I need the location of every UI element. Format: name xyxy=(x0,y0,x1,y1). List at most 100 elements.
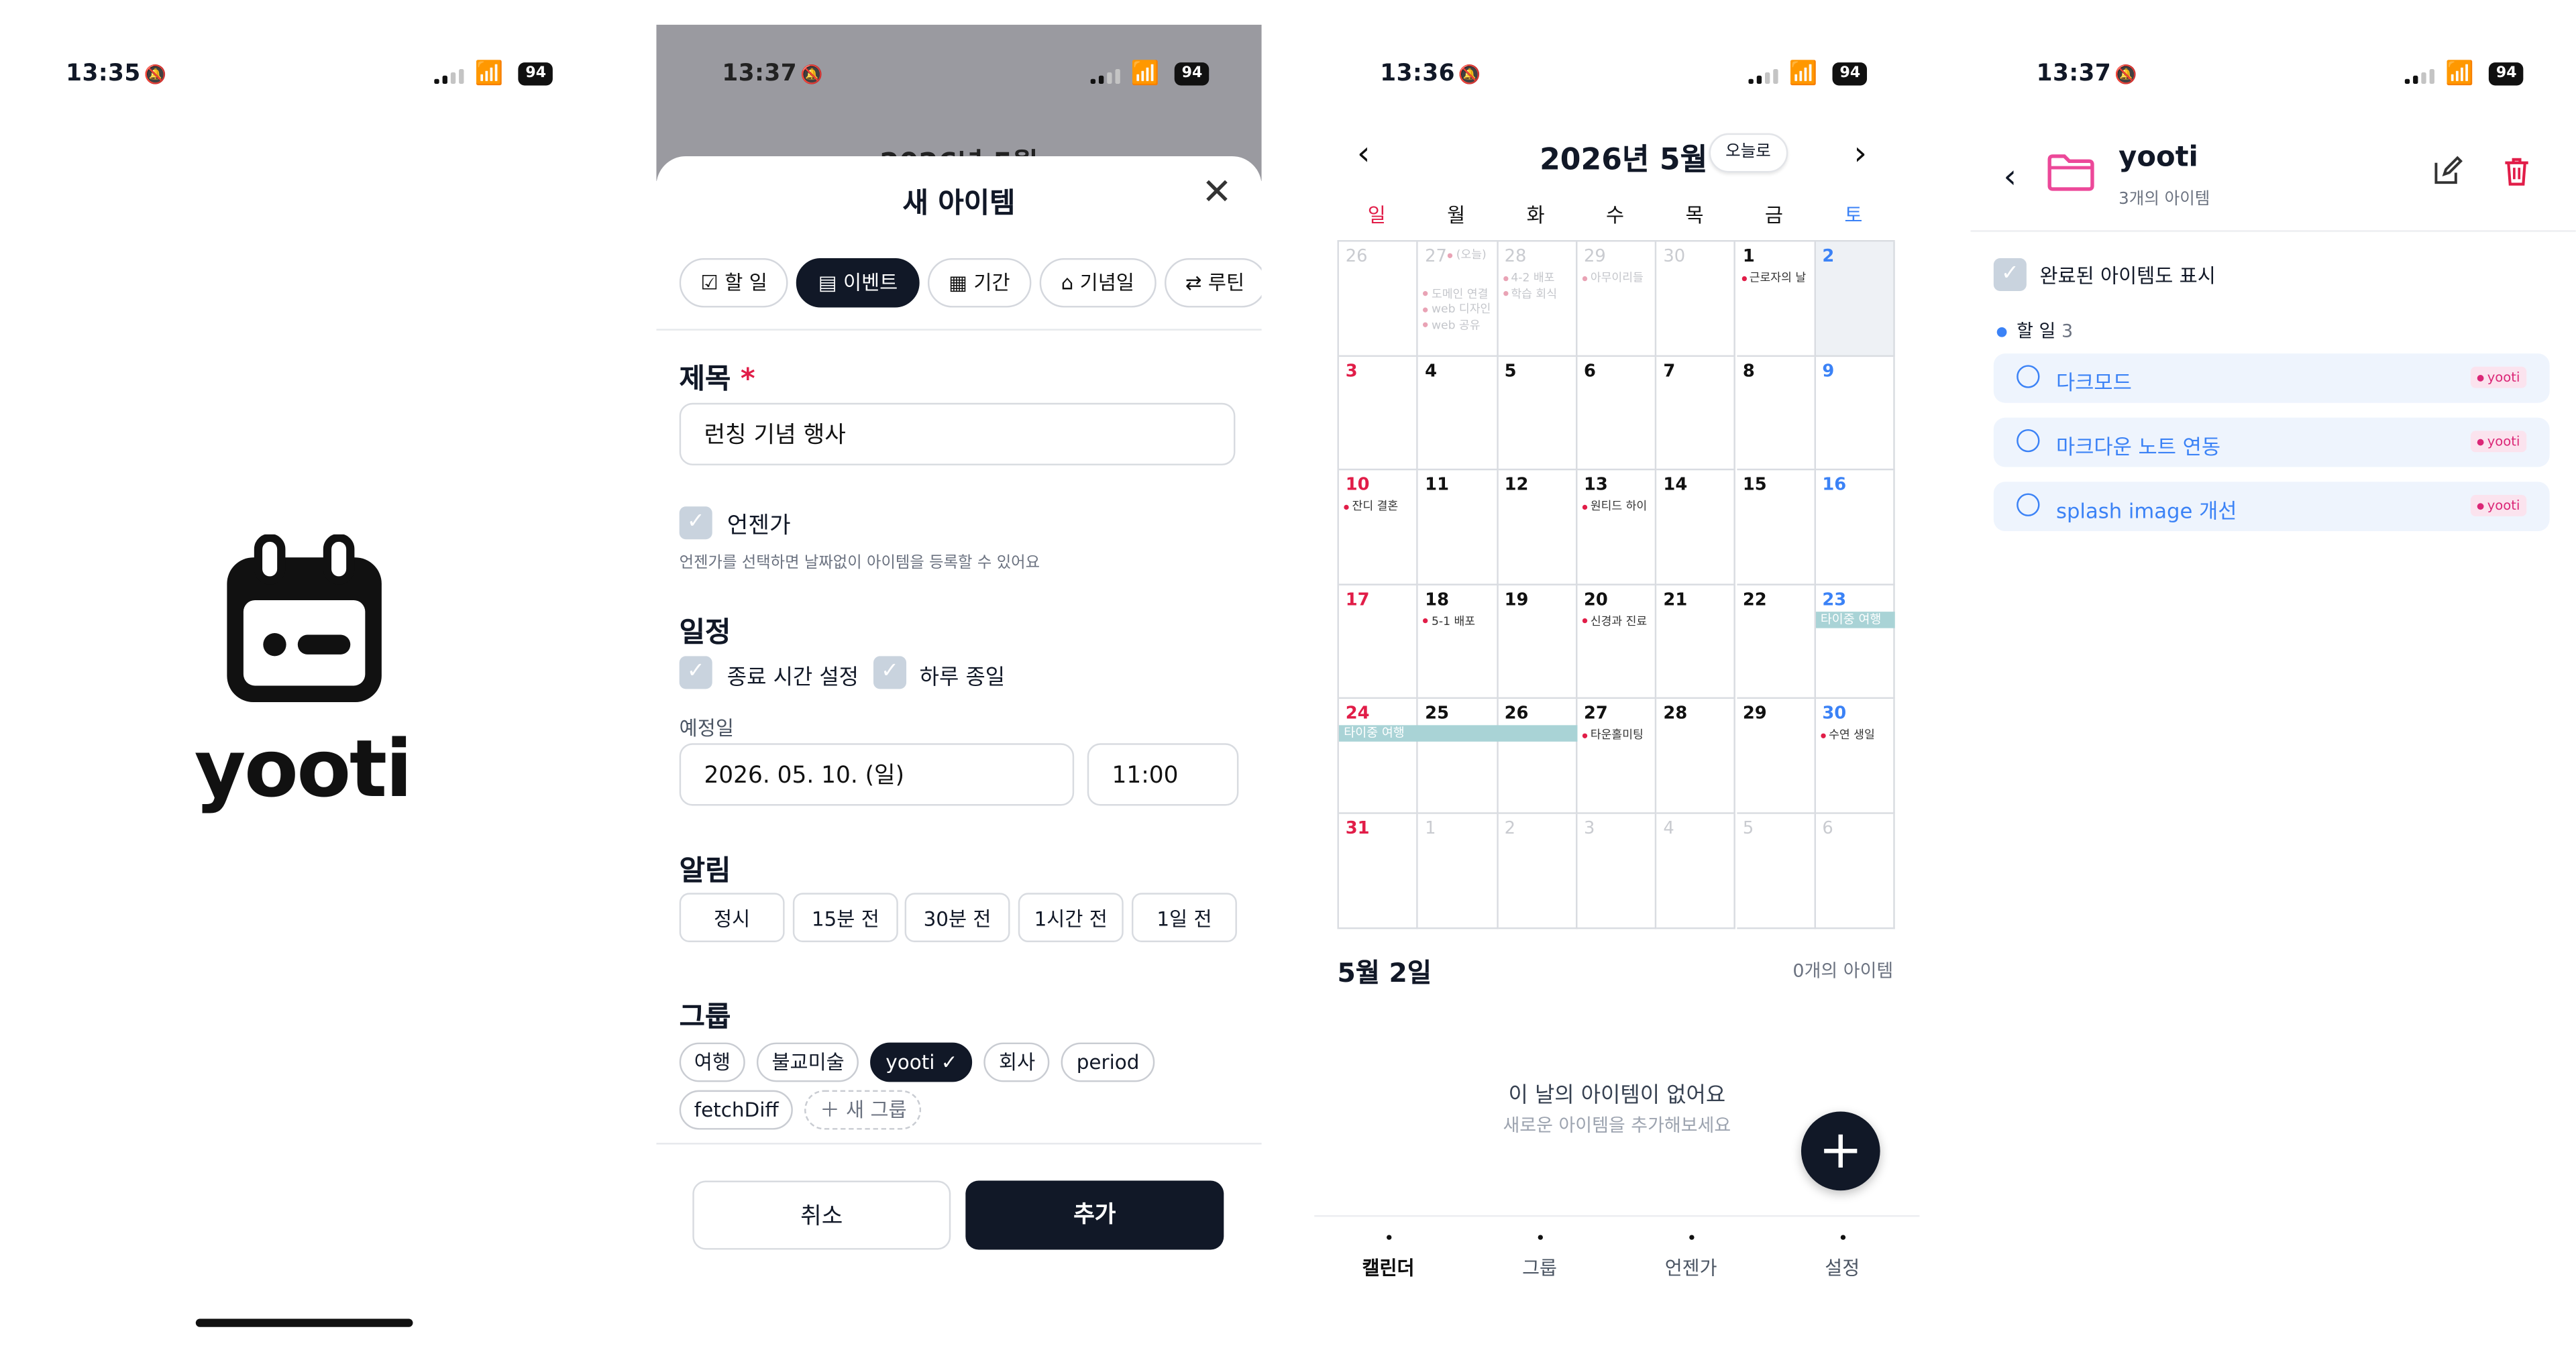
day-cell[interactable]: 23 xyxy=(1815,585,1895,700)
add-button[interactable]: 추가 xyxy=(965,1180,1224,1250)
day-cell[interactable]: 30 수연 생일 xyxy=(1815,699,1895,814)
day-cell[interactable]: 12 xyxy=(1497,470,1578,585)
next-month-icon[interactable]: › xyxy=(1854,133,1867,173)
day-cell[interactable]: 19 xyxy=(1497,585,1578,700)
day-cell[interactable]: 11 xyxy=(1418,470,1498,585)
day-cell[interactable]: 22 xyxy=(1736,585,1816,700)
day-cell[interactable]: 2 xyxy=(1815,241,1895,357)
add-fab-button[interactable]: + xyxy=(1801,1111,1880,1191)
day-cell[interactable]: 10 잔디 결혼 xyxy=(1338,470,1419,585)
day-cell[interactable]: 26 xyxy=(1338,241,1419,357)
title-input[interactable]: 런칭 기념 행사 xyxy=(679,402,1236,465)
day-cell[interactable]: 18 5-1 배포 xyxy=(1418,585,1498,700)
todo-checkbox-icon[interactable] xyxy=(2017,365,2040,388)
day-cell[interactable]: 4 xyxy=(1656,813,1737,929)
todo-item[interactable]: 다크모드 yooti xyxy=(1993,353,2550,403)
event-label: 학습 회식 xyxy=(1503,285,1576,302)
weekday-4: 목 xyxy=(1685,204,1704,227)
day-cell[interactable]: 27 타운홀미팅 xyxy=(1577,699,1657,814)
group-chip[interactable]: fetchDiff xyxy=(679,1090,794,1130)
day-cell[interactable]: 5 xyxy=(1736,813,1816,929)
group-chip[interactable]: 불교미술 xyxy=(757,1042,859,1082)
day-cell[interactable]: 14 xyxy=(1656,470,1737,585)
type-todo[interactable]: ☑ 할 일 xyxy=(679,258,789,308)
day-cell[interactable]: 6 xyxy=(1815,813,1895,929)
prev-month-icon[interactable]: ‹ xyxy=(1357,133,1371,173)
tab-groups[interactable]: 그룹 xyxy=(1482,1235,1597,1281)
day-cell[interactable]: 20 신경과 진료 xyxy=(1577,585,1657,700)
todo-checkbox-icon[interactable] xyxy=(2017,493,2040,516)
sheet-title: 새 아이템 xyxy=(902,187,1016,221)
day-cell[interactable]: 30 xyxy=(1656,241,1737,357)
day-cell[interactable]: 2 xyxy=(1497,813,1578,929)
alarm-15min[interactable]: 15분 전 xyxy=(792,893,898,942)
calendar-header: ‹ 2026년 5월 오늘로 › xyxy=(1314,133,1919,183)
todo-item[interactable]: 마크다운 노트 연동 yooti xyxy=(1993,417,2550,467)
trip-event-bar[interactable]: 타이중 여행 xyxy=(1338,726,1578,742)
day-cell[interactable]: 3 xyxy=(1577,813,1657,929)
group-chip[interactable]: period xyxy=(1061,1042,1155,1082)
day-cell[interactable]: 28 xyxy=(1656,699,1737,814)
alarm-1hour[interactable]: 1시간 전 xyxy=(1018,893,1124,942)
day-cell[interactable]: 7 xyxy=(1656,356,1737,471)
group-chip[interactable]: 회사 xyxy=(983,1042,1051,1082)
alarm-30min[interactable]: 30분 전 xyxy=(904,893,1010,942)
day-cell[interactable]: 6 xyxy=(1577,356,1657,471)
close-icon[interactable]: ✕ xyxy=(1201,172,1232,213)
day-cell[interactable]: 29 아무이리들 xyxy=(1577,241,1657,357)
edit-icon[interactable] xyxy=(2431,154,2464,187)
group-chip[interactable]: 여행 xyxy=(679,1042,745,1082)
day-cell[interactable]: 1 xyxy=(1418,813,1498,929)
tab-settings[interactable]: 설정 xyxy=(1784,1235,1900,1281)
day-cell[interactable]: 24 xyxy=(1338,699,1419,814)
todo-checkbox-icon[interactable] xyxy=(2017,429,2040,453)
group-chip-selected[interactable]: yooti ✓ xyxy=(871,1042,973,1082)
day-cell[interactable]: 4 xyxy=(1418,356,1498,471)
day-cell[interactable]: 21 xyxy=(1656,585,1737,700)
logo-wordmark: yooti xyxy=(194,723,413,816)
alarm-1day[interactable]: 1일 전 xyxy=(1131,893,1237,942)
all-day-checkbox[interactable]: ✓ xyxy=(873,656,907,689)
event-label: 타운홀미팅 xyxy=(1582,728,1656,744)
alarm-on-time[interactable]: 정시 xyxy=(679,893,785,942)
someday-checkbox[interactable]: ✓ xyxy=(679,506,712,540)
weekday-2: 화 xyxy=(1526,204,1545,227)
group-label: 그룹 xyxy=(679,1001,731,1035)
day-cell[interactable]: 3 xyxy=(1338,356,1419,471)
day-cell[interactable]: 27 (오늘) 도메인 연결 web 디자인 web 공유 xyxy=(1418,241,1498,357)
day-cell[interactable]: 28 4-2 배포 학습 회식 xyxy=(1497,241,1578,357)
day-number: 26 xyxy=(1504,704,1529,724)
tab-calendar[interactable]: 캘린더 xyxy=(1331,1235,1446,1281)
show-completed-checkbox[interactable]: ✓ xyxy=(1993,258,2027,292)
todo-item[interactable]: splash image 개선 yooti xyxy=(1993,482,2550,531)
day-cell[interactable]: 5 xyxy=(1497,356,1578,471)
day-cell[interactable]: 15 xyxy=(1736,470,1816,585)
signal-icon xyxy=(1748,68,1778,84)
day-cell[interactable]: 25 xyxy=(1418,699,1498,814)
end-time-checkbox[interactable]: ✓ xyxy=(679,656,712,689)
type-event[interactable]: ▤ 이벤트 xyxy=(796,258,920,308)
today-button[interactable]: 오늘로 xyxy=(1709,133,1788,173)
type-routine[interactable]: ⇄ 루틴 xyxy=(1163,258,1262,308)
type-period[interactable]: ▦ 기간 xyxy=(927,258,1032,308)
trip-event-bar[interactable]: 타이중 여행 xyxy=(1815,611,1895,628)
tab-someday[interactable]: 언젠가 xyxy=(1633,1235,1749,1281)
day-cell[interactable]: 31 xyxy=(1338,813,1419,929)
trash-icon[interactable] xyxy=(2500,154,2533,187)
day-cell[interactable]: 13 원티드 하이 xyxy=(1577,470,1657,585)
day-cell[interactable]: 17 xyxy=(1338,585,1419,700)
day-cell[interactable]: 26 xyxy=(1497,699,1578,814)
day-cell[interactable]: 16 xyxy=(1815,470,1895,585)
day-cell[interactable]: 1 근로자의 날 xyxy=(1736,241,1816,357)
time-input[interactable]: 11:00 xyxy=(1087,743,1239,806)
date-input[interactable]: 2026. 05. 10. (일) xyxy=(679,743,1075,806)
new-group-button[interactable]: ＋ 새 그룹 xyxy=(805,1090,922,1130)
day-cell[interactable]: 9 xyxy=(1815,356,1895,471)
type-anniversary[interactable]: ⌂ 기념일 xyxy=(1039,258,1156,308)
title-label: 제목 * xyxy=(679,363,755,396)
group-tag: yooti xyxy=(2471,495,2527,516)
day-cell[interactable]: 29 xyxy=(1736,699,1816,814)
back-icon[interactable]: ‹ xyxy=(2004,156,2017,196)
cancel-button[interactable]: 취소 xyxy=(692,1180,951,1250)
day-cell[interactable]: 8 xyxy=(1736,356,1816,471)
